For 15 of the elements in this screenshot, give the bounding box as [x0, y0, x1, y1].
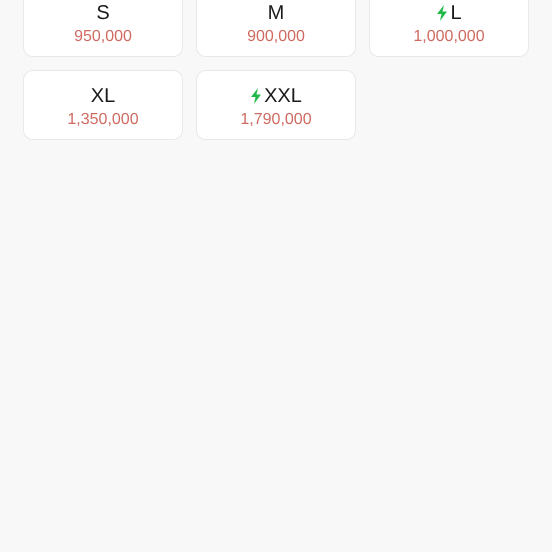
- size-label: XL: [90, 84, 116, 108]
- size-label: S: [96, 1, 110, 25]
- price-label: 900,000: [247, 27, 305, 47]
- price-label: 1,000,000: [413, 27, 485, 47]
- size-option[interactable]: XXL 1,790,000: [196, 70, 356, 140]
- size-option[interactable]: L 1,000,000: [369, 0, 529, 57]
- size-option[interactable]: S 950,000: [23, 0, 183, 57]
- size-option[interactable]: XL 1,350,000: [23, 70, 183, 140]
- size-option[interactable]: M 900,000: [196, 0, 356, 57]
- price-label: 1,790,000: [240, 110, 312, 130]
- size-label: XXL: [264, 84, 302, 108]
- price-label: 950,000: [74, 27, 132, 47]
- price-label: 1,350,000: [67, 110, 139, 130]
- size-label: L: [450, 1, 462, 25]
- size-label: M: [268, 1, 284, 25]
